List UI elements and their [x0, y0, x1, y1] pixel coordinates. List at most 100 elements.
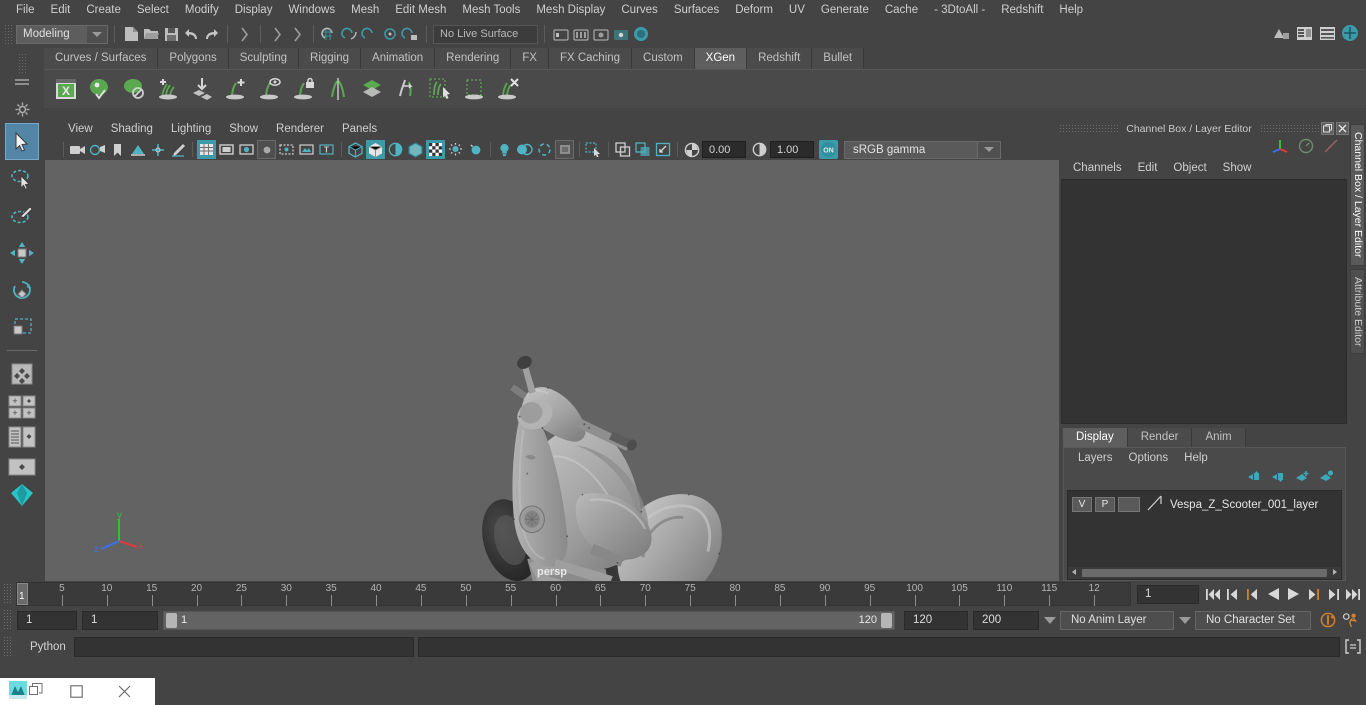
slant-line-icon[interactable] [1323, 138, 1339, 157]
camera-attributes-icon[interactable] [88, 140, 107, 159]
menu-mesh-display[interactable]: Mesh Display [528, 0, 613, 20]
scroll-right-arrow-icon[interactable] [1329, 567, 1341, 579]
snap-to-projected-center-icon[interactable] [380, 24, 400, 44]
shelf-tab-animation[interactable]: Animation [361, 48, 436, 69]
resolution-gate-icon[interactable] [237, 140, 256, 159]
shade-selected-items-icon[interactable] [386, 140, 405, 159]
menu-deform[interactable]: Deform [727, 0, 781, 20]
vertical-tab-channel-box-layer-editor[interactable]: Channel Box / Layer Editor [1350, 124, 1365, 266]
anim-end-field[interactable]: 200 [973, 610, 1039, 630]
shelf-tab-redshift[interactable]: Redshift [747, 48, 813, 69]
layer-menu-options[interactable]: Options [1121, 452, 1177, 464]
show-channel-box-icon[interactable] [1340, 23, 1360, 43]
selection-mode-hierarchy-icon[interactable] [234, 24, 254, 44]
menu-set-selector[interactable]: Modeling [16, 24, 108, 44]
grid-toggle-icon[interactable] [197, 140, 216, 159]
shelf-tab-rendering[interactable]: Rendering [435, 48, 512, 69]
menu-help[interactable]: Help [1051, 0, 1091, 20]
shelf-tab-curves-surfaces[interactable]: Curves / Surfaces [44, 48, 159, 69]
channel-box-menu-edit[interactable]: Edit [1130, 162, 1166, 174]
layer-menu-help[interactable]: Help [1176, 452, 1216, 464]
command-input[interactable] [74, 636, 414, 657]
new-layer-icon[interactable] [1295, 470, 1310, 486]
viewport-3d[interactable]: y z x persp [45, 160, 1059, 581]
layout-four-view[interactable]: + + + [5, 392, 39, 422]
vertical-tab-attribute-editor[interactable]: Attribute Editor [1350, 268, 1365, 354]
scroll-left-arrow-icon[interactable] [1068, 567, 1080, 579]
viewport-menu-shading[interactable]: Shading [102, 120, 162, 139]
menu-create[interactable]: Create [78, 0, 129, 20]
last-tool-used[interactable] [5, 355, 39, 392]
texture-display-icon[interactable] [426, 140, 445, 159]
wireframe-on-shaded-icon[interactable] [406, 140, 425, 159]
menu-display[interactable]: Display [227, 0, 281, 20]
select-tool[interactable] [5, 123, 39, 160]
menu-modify[interactable]: Modify [177, 0, 227, 20]
range-left-handle[interactable] [166, 612, 177, 628]
exposure-field[interactable]: 0.00 [702, 141, 746, 158]
layer-editor-tab-display[interactable]: Display [1063, 428, 1128, 447]
wireframe-shading-icon[interactable] [346, 140, 365, 159]
go-to-start-icon[interactable] [1204, 584, 1222, 604]
shelf-grip[interactable] [17, 53, 27, 73]
play-forwards-icon[interactable] [1284, 584, 1302, 604]
go-to-end-icon[interactable] [1344, 584, 1362, 604]
new-scene-icon[interactable] [121, 24, 141, 44]
anim-layer-chevron-icon[interactable] [1044, 616, 1056, 624]
step-forward-key-icon[interactable] [1304, 584, 1322, 604]
status-line-grip[interactable] [4, 24, 13, 44]
shelf-tab-sculpting[interactable]: Sculpting [228, 48, 300, 69]
xray-joints-icon[interactable] [633, 140, 652, 159]
time-slider-grip[interactable] [3, 583, 12, 605]
lasso-select-tool[interactable] [5, 160, 39, 197]
layer-menu-layers[interactable]: Layers [1070, 452, 1121, 464]
show-attribute-editor-icon[interactable] [1294, 23, 1314, 43]
layout-single-persp[interactable] [5, 452, 39, 482]
shelf-options-gear-icon[interactable] [15, 102, 30, 120]
open-scene-icon[interactable] [141, 24, 161, 44]
snap-to-grid-icon[interactable] [320, 24, 340, 44]
redo-icon[interactable] [201, 24, 221, 44]
range-slider-grip[interactable] [3, 609, 12, 631]
render-view-icon[interactable] [571, 24, 591, 44]
menu-select[interactable]: Select [129, 0, 177, 20]
step-back-key-icon[interactable] [1244, 584, 1262, 604]
gamma-icon[interactable] [750, 140, 769, 159]
menu-surfaces[interactable]: Surfaces [666, 0, 727, 20]
use-all-lights-icon[interactable] [466, 140, 485, 159]
close-panel-button[interactable] [1336, 122, 1349, 135]
layer-editor-tab-render[interactable]: Render [1127, 428, 1193, 447]
hypershade-icon[interactable] [631, 24, 651, 44]
layer-color-swatch[interactable] [1118, 497, 1140, 512]
scale-tool[interactable] [5, 308, 39, 345]
selection-mode-component-icon[interactable] [287, 24, 307, 44]
smooth-shade-all-icon[interactable] [366, 140, 385, 159]
xgen-lock-guide-icon[interactable] [288, 73, 319, 106]
xgen-import-collection-icon[interactable] [186, 73, 217, 106]
range-start-field[interactable]: 1 [17, 610, 77, 630]
text-overlay-icon[interactable]: T [317, 140, 336, 159]
multisample-aa-icon[interactable] [555, 140, 574, 159]
window-stack-icon[interactable] [29, 683, 43, 700]
command-output[interactable] [418, 636, 1340, 657]
color-space-selector[interactable]: sRGB gamma [844, 140, 978, 159]
animation-preferences-icon[interactable] [1342, 610, 1360, 630]
menu-edit[interactable]: Edit [43, 0, 79, 20]
menu-curves[interactable]: Curves [613, 0, 665, 20]
viewport-menu-view[interactable]: View [59, 120, 102, 139]
taskbar-app-group[interactable] [0, 681, 52, 702]
snap-to-curve-icon[interactable] [340, 24, 360, 44]
exposure-icon[interactable] [682, 140, 701, 159]
range-slider-bar[interactable]: 1 120 [163, 610, 895, 630]
show-tool-settings-icon[interactable] [1317, 23, 1337, 43]
auto-keyframe-toggle-icon[interactable] [1319, 610, 1337, 630]
menu-generate[interactable]: Generate [813, 0, 877, 20]
use-default-lighting-icon[interactable] [446, 140, 465, 159]
menu-uv[interactable]: UV [781, 0, 813, 20]
layer-editor-tab-anim[interactable]: Anim [1192, 428, 1246, 447]
shadows-icon[interactable] [495, 140, 514, 159]
ambient-occlusion-icon[interactable] [515, 140, 534, 159]
character-set-selector[interactable]: No Character Set [1195, 610, 1311, 630]
xgen-editor-icon[interactable]: X [50, 73, 81, 106]
xgen-convert-guide-icon[interactable] [390, 73, 421, 106]
